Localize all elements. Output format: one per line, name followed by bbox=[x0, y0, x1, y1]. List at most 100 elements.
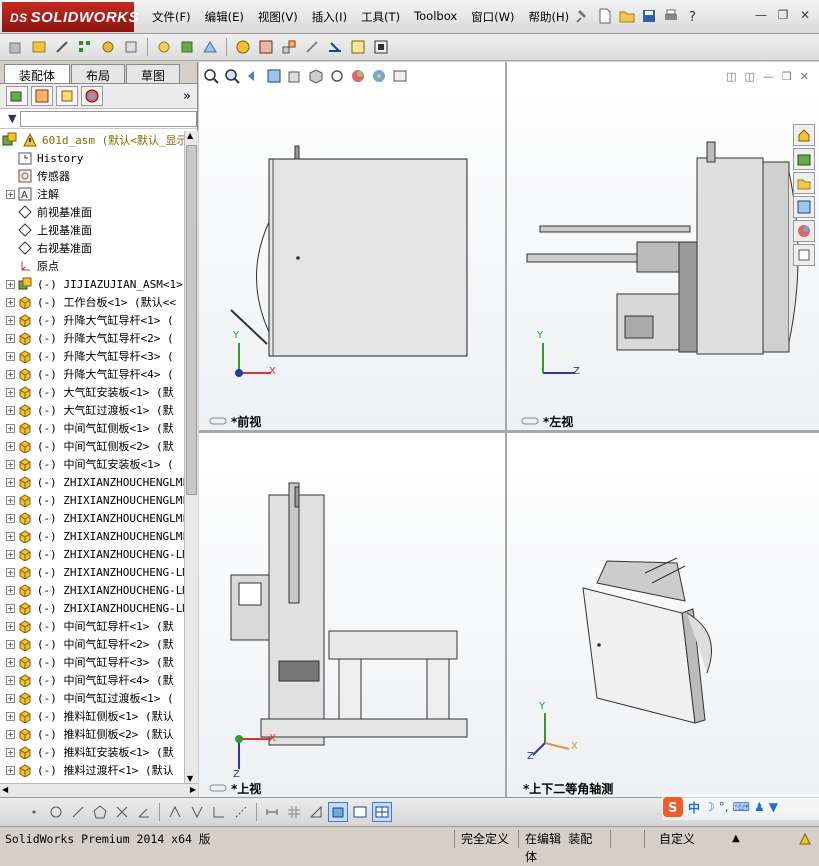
design-library-icon[interactable] bbox=[793, 148, 815, 170]
viewport-front[interactable]: Y X *前视 bbox=[199, 62, 505, 430]
single-view-icon[interactable] bbox=[350, 802, 370, 822]
print-icon[interactable] bbox=[663, 8, 679, 24]
ime-skin-icon[interactable]: ▼ bbox=[769, 800, 778, 814]
filter-icon[interactable]: ▼ bbox=[8, 112, 16, 125]
tree-item[interactable]: + (-) ZHIXIANZHOUCHENGLMF bbox=[0, 527, 184, 545]
viewport-close-icon[interactable]: ✕ bbox=[800, 70, 809, 83]
expand-panel-icon[interactable]: » bbox=[183, 89, 191, 104]
tree-item[interactable]: + (-) ZHIXIANZHOUCHENG-LM bbox=[0, 581, 184, 599]
save-icon[interactable] bbox=[641, 8, 657, 24]
tile-horizontal-icon[interactable]: ◫ bbox=[726, 70, 736, 83]
expand-toggle-icon[interactable]: + bbox=[6, 477, 15, 487]
view-settings-icon[interactable] bbox=[392, 68, 408, 84]
tree-root[interactable]: 601d_asm (默认<默认_显示 bbox=[0, 131, 184, 149]
expand-toggle-icon[interactable]: + bbox=[6, 423, 15, 433]
rebuild-status-icon[interactable] bbox=[797, 831, 813, 847]
line-icon[interactable] bbox=[68, 802, 88, 822]
clearance-verification-icon[interactable] bbox=[348, 37, 368, 57]
expand-toggle-icon[interactable]: + bbox=[6, 549, 15, 559]
grid-icon[interactable] bbox=[284, 802, 304, 822]
configuration-manager-icon[interactable] bbox=[56, 86, 78, 106]
polygon-icon[interactable] bbox=[90, 802, 110, 822]
tree-item[interactable]: + (-) 大气缸过渡板<1> (默 bbox=[0, 401, 184, 419]
mate-icon[interactable] bbox=[52, 37, 72, 57]
ime-keyboard-icon[interactable]: ⌨ bbox=[733, 800, 750, 814]
expand-toggle-icon[interactable]: + bbox=[6, 513, 15, 523]
graphics-area[interactable]: Y X *前视 Y Z *左视 ◫ ◫ — ❐ ✕ Z X *上视 Y X Z … bbox=[199, 62, 819, 797]
viewport-top[interactable]: Z X *上视 bbox=[199, 433, 505, 797]
tree-item[interactable]: + (-) ZHIXIANZHOUCHENGLMF bbox=[0, 473, 184, 491]
show-hidden-icon[interactable] bbox=[154, 37, 174, 57]
tree-item[interactable]: 上视基准面 bbox=[0, 221, 184, 239]
tab-sketch[interactable]: 草图 bbox=[126, 64, 181, 83]
file-explorer-icon[interactable] bbox=[793, 172, 815, 194]
menu-edit[interactable]: 编辑(E) bbox=[205, 9, 244, 25]
tree-item[interactable]: + (-) 升降大气缸导杆<2> ( bbox=[0, 329, 184, 347]
assembly-tool-icon[interactable] bbox=[6, 37, 26, 57]
expand-toggle-icon[interactable]: + bbox=[6, 459, 15, 469]
tree-item[interactable]: + (-) 大气缸安装板<1> (默 bbox=[0, 383, 184, 401]
units-menu-icon[interactable]: ▲ bbox=[732, 833, 740, 844]
tree-item[interactable]: 前视基准面 bbox=[0, 203, 184, 221]
tree-item[interactable]: + (-) ZHIXIANZHOUCHENG-LM bbox=[0, 545, 184, 563]
tree-item[interactable]: + (-) 中间气缸导杆<1> (默 bbox=[0, 617, 184, 635]
expand-toggle-icon[interactable]: + bbox=[6, 693, 15, 703]
solidworks-logo[interactable]: DS SOLIDWORKS bbox=[2, 2, 139, 32]
bill-of-materials-icon[interactable] bbox=[256, 37, 276, 57]
previous-view-icon[interactable] bbox=[245, 68, 261, 84]
tree-item[interactable]: + (-) 中间气缸导杆<2> (默 bbox=[0, 635, 184, 653]
menu-file[interactable]: 文件(F) bbox=[152, 9, 191, 25]
expand-toggle-icon[interactable]: + bbox=[6, 279, 15, 289]
trim-icon[interactable] bbox=[112, 802, 132, 822]
offset-icon[interactable] bbox=[187, 802, 207, 822]
circle-icon[interactable] bbox=[46, 802, 66, 822]
viewport-left[interactable]: Y Z *左视 ◫ ◫ — ❐ ✕ bbox=[507, 62, 819, 430]
expand-toggle-icon[interactable]: + bbox=[6, 639, 15, 649]
hole-alignment-icon[interactable] bbox=[371, 37, 391, 57]
menu-insert[interactable]: 插入(I) bbox=[312, 9, 347, 25]
tree-item[interactable]: 原点 bbox=[0, 257, 184, 275]
expand-toggle-icon[interactable]: + bbox=[6, 387, 15, 397]
ime-user-icon[interactable]: ♟ bbox=[754, 800, 765, 814]
tree-item[interactable]: + (-) 升降大气缸导杆<3> ( bbox=[0, 347, 184, 365]
sogou-input-icon[interactable]: S bbox=[662, 796, 684, 818]
zoom-area-icon[interactable] bbox=[224, 68, 240, 84]
view-orientation-icon[interactable] bbox=[287, 68, 303, 84]
property-manager-icon[interactable] bbox=[31, 86, 53, 106]
expand-toggle-icon[interactable]: + bbox=[6, 621, 15, 631]
tree-item[interactable]: + (-) 中间气缸过渡板<1> ( bbox=[0, 689, 184, 707]
tree-item[interactable]: 右视基准面 bbox=[0, 239, 184, 257]
pin-icon[interactable] bbox=[575, 8, 591, 24]
expand-toggle-icon[interactable]: + bbox=[6, 315, 15, 325]
tree-item[interactable]: + (-) 推料过渡杆<1> (默认 bbox=[0, 761, 184, 779]
menu-window[interactable]: 窗口(W) bbox=[471, 9, 514, 25]
expand-toggle-icon[interactable]: + bbox=[6, 747, 15, 757]
expand-toggle-icon[interactable]: + bbox=[6, 675, 15, 685]
construction-icon[interactable] bbox=[231, 802, 251, 822]
tree-item[interactable]: + (-) 中间气缸导杆<3> (默 bbox=[0, 653, 184, 671]
expand-toggle-icon[interactable]: + bbox=[6, 531, 15, 541]
tree-scroll-thumb[interactable] bbox=[186, 145, 197, 495]
edit-appearance-icon[interactable] bbox=[350, 68, 366, 84]
viewport-isometric[interactable]: Y X Z *上下二等角轴测 bbox=[507, 433, 819, 797]
reference-geometry-icon[interactable] bbox=[200, 37, 220, 57]
scroll-right-icon[interactable]: ▶ bbox=[190, 785, 196, 794]
filter-input[interactable] bbox=[20, 110, 197, 127]
ime-punctuation-icon[interactable]: °, bbox=[719, 800, 729, 814]
expand-toggle-icon[interactable]: + bbox=[6, 297, 15, 307]
tree-item[interactable]: + (-) 中间气缸侧板<2> (默 bbox=[0, 437, 184, 455]
help-icon[interactable]: ? bbox=[685, 8, 701, 24]
tree-item[interactable]: + (-) 推料缸安装板<1> (默 bbox=[0, 743, 184, 761]
smart-fasteners-icon[interactable] bbox=[98, 37, 118, 57]
tab-layout[interactable]: 布局 bbox=[71, 64, 126, 83]
expand-toggle-icon[interactable]: + bbox=[6, 567, 15, 577]
tab-assembly[interactable]: 装配体 bbox=[4, 64, 71, 83]
expand-toggle-icon[interactable]: + bbox=[6, 765, 15, 775]
linear-pattern-icon[interactable] bbox=[75, 37, 95, 57]
expand-toggle-icon[interactable]: + bbox=[6, 729, 15, 739]
new-document-icon[interactable] bbox=[597, 8, 613, 24]
tree-item[interactable]: + (-) 升降大气缸导杆<4> ( bbox=[0, 365, 184, 383]
viewport-minimize-icon[interactable]: — bbox=[763, 70, 774, 83]
sketch-fillet-icon[interactable] bbox=[209, 802, 229, 822]
restore-icon[interactable]: ❐ bbox=[775, 8, 791, 22]
